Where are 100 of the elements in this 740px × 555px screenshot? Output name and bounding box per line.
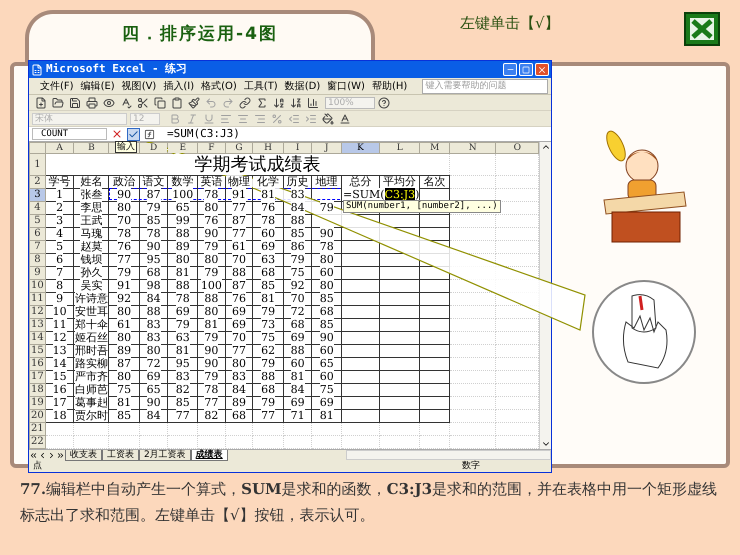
row-header[interactable]: 3 <box>30 188 46 202</box>
menu-item[interactable]: 数据(D) <box>284 78 320 94</box>
row-header[interactable]: 8 <box>30 254 46 266</box>
row-header[interactable]: 15 <box>30 344 46 358</box>
row-header[interactable]: 9 <box>30 266 46 280</box>
table-cell: 61 <box>232 240 246 253</box>
table-cell: 14 <box>52 357 67 370</box>
table-cell: 80 <box>204 305 218 318</box>
sheet-tab[interactable]: 成绩表 <box>190 450 228 460</box>
table-cell: 安世耳 <box>74 305 108 318</box>
row-header[interactable]: 1 <box>30 154 46 176</box>
table-cell: 80 <box>204 253 218 266</box>
menu-item[interactable]: 帮助(H) <box>372 78 408 94</box>
table-cell: 69 <box>261 240 276 253</box>
row-header[interactable]: 21 <box>30 422 46 436</box>
table-cell: 16 <box>52 383 67 396</box>
row-header[interactable]: 2 <box>30 176 46 188</box>
enter-button[interactable] <box>127 128 140 140</box>
column-header[interactable]: F <box>198 142 226 154</box>
table-cell: 83 <box>290 188 305 201</box>
name-box[interactable]: COUNT <box>32 128 107 140</box>
table-cell: 吴实 <box>80 279 102 292</box>
table-cell: 77 <box>232 201 246 214</box>
column-header[interactable]: H <box>252 142 284 154</box>
row-header[interactable]: 17 <box>30 370 46 384</box>
instruction-text: 左键单击【√】 <box>460 13 560 34</box>
column-header[interactable]: L <box>380 142 420 154</box>
table-cell: 84 <box>146 292 161 305</box>
table-cell: 95 <box>146 253 161 266</box>
column-header[interactable]: A <box>45 142 74 154</box>
column-header[interactable]: G <box>225 142 253 154</box>
cancel-icon <box>111 128 123 140</box>
table-cell: 80 <box>117 305 132 318</box>
row-header[interactable]: 16 <box>30 358 46 370</box>
table-cell: 白师芭 <box>74 383 108 396</box>
table-cell: 76 <box>204 214 218 227</box>
table-cell: 60 <box>320 266 334 279</box>
row-header[interactable]: 4 <box>30 202 46 214</box>
row-header[interactable]: 18 <box>30 384 46 396</box>
table-cell: 88 <box>176 227 190 240</box>
minimize-button[interactable] <box>503 63 517 76</box>
table-cell: 78 <box>204 188 218 201</box>
table-cell: 72 <box>290 305 305 318</box>
horizontal-scrollbar[interactable] <box>346 450 551 460</box>
table-cell: 63 <box>176 331 190 344</box>
row-header[interactable]: 5 <box>30 214 46 228</box>
table-cell: 68 <box>232 409 246 422</box>
column-header[interactable]: M <box>420 142 450 154</box>
column-header[interactable]: B <box>74 142 109 154</box>
close-button[interactable] <box>535 63 549 76</box>
row-header[interactable]: 7 <box>30 240 46 254</box>
function-icon <box>144 128 155 140</box>
table-cell: 84 <box>290 201 305 214</box>
table-cell: 77 <box>232 344 246 357</box>
table-cell: 75 <box>320 383 334 396</box>
column-header[interactable]: I <box>283 142 312 154</box>
row-header[interactable]: 14 <box>30 332 46 344</box>
maximize-button[interactable] <box>519 63 533 76</box>
row-header[interactable]: 11 <box>30 292 46 306</box>
column-header[interactable]: J <box>312 142 342 154</box>
sheet-tab[interactable]: 工资表 <box>102 450 139 460</box>
row-header[interactable]: 12 <box>30 306 46 318</box>
formula-field[interactable]: =SUM(C3:J3) <box>167 128 548 140</box>
menu-item[interactable]: 插入(I) <box>163 78 194 94</box>
table-cell: 13 <box>52 344 67 357</box>
menu-item[interactable]: 工具(T) <box>244 78 278 94</box>
row-header[interactable]: 6 <box>30 228 46 240</box>
table-cell: 70 <box>232 253 246 266</box>
table-cell: 69 <box>176 305 190 318</box>
row-header[interactable]: 20 <box>30 410 46 422</box>
table-cell: 85 <box>146 214 161 227</box>
column-header[interactable]: E <box>168 142 198 154</box>
sheet-tab[interactable]: 收支表 <box>65 450 102 460</box>
table-cell: 81 <box>204 318 218 331</box>
column-header[interactable]: O <box>496 142 539 154</box>
column-header[interactable]: N <box>449 142 496 154</box>
row-header[interactable]: 10 <box>30 280 46 292</box>
table-cell: 77 <box>204 396 218 409</box>
menu-item[interactable]: 窗口(W) <box>327 78 365 94</box>
table-cell: 89 <box>232 396 246 409</box>
table-cell: 孙久 <box>80 266 102 279</box>
sheet-tab[interactable]: 2月工资表 <box>139 450 191 460</box>
table-cell: 87 <box>146 188 161 201</box>
table-cell: 78 <box>117 227 132 240</box>
table-cell: 85 <box>117 409 132 422</box>
formula-cell[interactable]: =SUM(C3:J3) <box>342 188 420 201</box>
help-search-field[interactable]: 键入需要帮助的问题 <box>422 78 548 94</box>
table-cell: 98 <box>146 279 161 292</box>
row-header[interactable]: 19 <box>30 396 46 410</box>
table-cell: 80 <box>117 201 132 214</box>
table-cell: 69 <box>146 370 161 383</box>
column-title: 平均分 <box>380 176 420 188</box>
column-header[interactable]: D <box>139 142 168 154</box>
menu-item[interactable]: 视图(V) <box>122 78 156 94</box>
row-header[interactable]: 13 <box>30 318 46 332</box>
menu-item[interactable]: 编辑(E) <box>80 78 115 94</box>
column-header[interactable]: K <box>342 142 380 154</box>
row-header[interactable]: 22 <box>30 436 46 448</box>
menu-item[interactable]: 文件(F) <box>40 78 74 94</box>
menu-item[interactable]: 格式(O) <box>201 78 237 94</box>
